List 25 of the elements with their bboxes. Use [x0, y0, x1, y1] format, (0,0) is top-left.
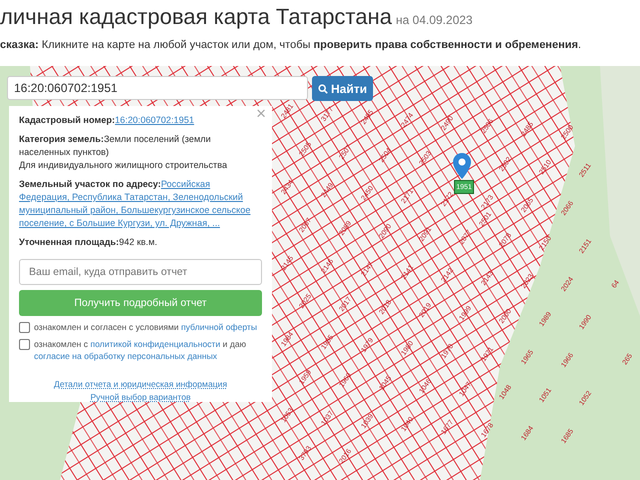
search-button[interactable]: Найти — [312, 76, 373, 101]
info-field-text: Земельный участок по адресу:Российская Федерация, Республика Татарстан, Зеленодольский муниципальный район, Большекургузинское сельское поселение, с Большие Кургузи, ул. Дружная, ... — [19, 178, 252, 230]
details-link[interactable]: Ручной выбор вариантов — [90, 391, 191, 404]
info-field-text: Кадастровый номер:16:20:060702:1951 — [19, 114, 196, 127]
page-title: личная кадастровая карта Татарстана — [0, 4, 392, 29]
report-button[interactable]: Получить подробный отчет — [19, 290, 262, 316]
info-field-text: Для индивидуального жилищного строительства — [19, 159, 228, 172]
details-link[interactable]: Детали отчета и юридическая информация — [54, 378, 228, 391]
close-button[interactable]: × — [256, 107, 266, 120]
search-icon — [318, 82, 328, 94]
location-pin-icon — [453, 153, 471, 179]
agreement-text: и даю — [222, 339, 246, 349]
info-field-text: Категория земель:Земли поселений (земли населенных пунктов) — [19, 133, 212, 159]
checkbox[interactable] — [19, 339, 30, 350]
cadastral-search-field[interactable]: 16:20:060702:1951 — [7, 76, 308, 100]
email-field[interactable]: Ваш email, куда отправить отчет — [19, 259, 262, 285]
agreement-text: ознакомлен и согласен с условиями — [34, 322, 179, 332]
agreement-link[interactable]: политикой конфиденциальности — [90, 339, 220, 349]
agreement-link[interactable]: публичной оферты — [181, 322, 258, 332]
date-label: на 04.09.2023 — [396, 13, 473, 27]
info-field-text: Уточненная площадь:942 кв.м. — [19, 236, 158, 249]
checkbox[interactable] — [19, 322, 30, 333]
hint-text: сказка: Кликните на карте на любой участок или дом, чтобы проверить права собственности и обременения. — [0, 39, 582, 51]
agreement-link[interactable]: согласие на обработку персональных данных — [34, 351, 218, 361]
agreement-text: ознакомлен с — [34, 339, 88, 349]
